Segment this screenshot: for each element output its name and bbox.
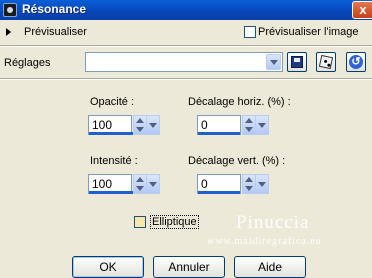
save-icon	[291, 56, 303, 68]
v-offset-stepper[interactable]	[242, 174, 256, 194]
dice-icon	[318, 54, 334, 70]
preview-image-checkbox[interactable]	[244, 26, 256, 38]
h-offset-dropdown[interactable]	[255, 115, 269, 135]
v-offset-input[interactable]: 0	[197, 174, 241, 194]
v-offset-label: Décalage vert. (%) :	[188, 155, 286, 167]
elliptic-checkbox[interactable]	[134, 216, 146, 228]
preview-row: Prévisualiser Prévisualiser l'image	[0, 20, 372, 46]
v-offset-value: 0	[201, 177, 208, 191]
ok-button[interactable]: OK	[72, 256, 144, 278]
intensity-slider[interactable]	[89, 191, 133, 194]
v-offset-slider[interactable]	[198, 191, 240, 194]
cancel-button[interactable]: Annuler	[153, 256, 225, 278]
intensity-stepper[interactable]	[133, 174, 147, 194]
preview-label[interactable]: Prévisualiser	[24, 26, 87, 38]
divider	[0, 78, 372, 80]
close-button[interactable]: x	[352, 1, 372, 19]
opacity-value: 100	[92, 118, 113, 132]
h-offset-value: 0	[201, 118, 208, 132]
intensity-label: Intensité :	[90, 155, 138, 167]
randomize-button[interactable]	[316, 52, 336, 72]
elliptic-label[interactable]: Elliptique	[150, 215, 199, 229]
h-offset-input[interactable]: 0	[197, 115, 241, 135]
opacity-label: Opacité :	[90, 96, 135, 108]
help-button[interactable]: Aide	[234, 256, 306, 278]
divider	[0, 45, 372, 47]
intensity-value: 100	[92, 177, 113, 191]
v-offset-dropdown[interactable]	[255, 174, 269, 194]
preview-image-label[interactable]: Prévisualiser l'image	[258, 26, 359, 38]
title-bar: Résonance x	[0, 0, 372, 20]
opacity-stepper[interactable]	[133, 115, 147, 135]
reset-button[interactable]: ↺	[346, 52, 366, 72]
h-offset-slider[interactable]	[198, 132, 240, 135]
intensity-input[interactable]: 100	[88, 174, 133, 194]
expand-arrow-icon[interactable]	[6, 28, 11, 36]
opacity-slider[interactable]	[89, 132, 133, 135]
reset-icon: ↺	[349, 55, 363, 69]
opacity-dropdown[interactable]	[146, 115, 160, 135]
chevron-down-icon[interactable]	[266, 54, 281, 70]
watermark-url: www.maidiregrafica.eu	[207, 236, 322, 247]
window-title: Résonance	[22, 2, 87, 16]
save-preset-button[interactable]	[287, 52, 307, 72]
opacity-input[interactable]: 100	[88, 115, 133, 135]
h-offset-stepper[interactable]	[242, 115, 256, 135]
watermark-name: Pinuccia	[236, 212, 310, 233]
settings-select[interactable]	[85, 52, 283, 72]
settings-label: Réglages	[4, 57, 51, 69]
app-icon	[3, 3, 17, 17]
h-offset-label: Décalage horiz. (%) :	[188, 96, 291, 108]
intensity-dropdown[interactable]	[146, 174, 160, 194]
